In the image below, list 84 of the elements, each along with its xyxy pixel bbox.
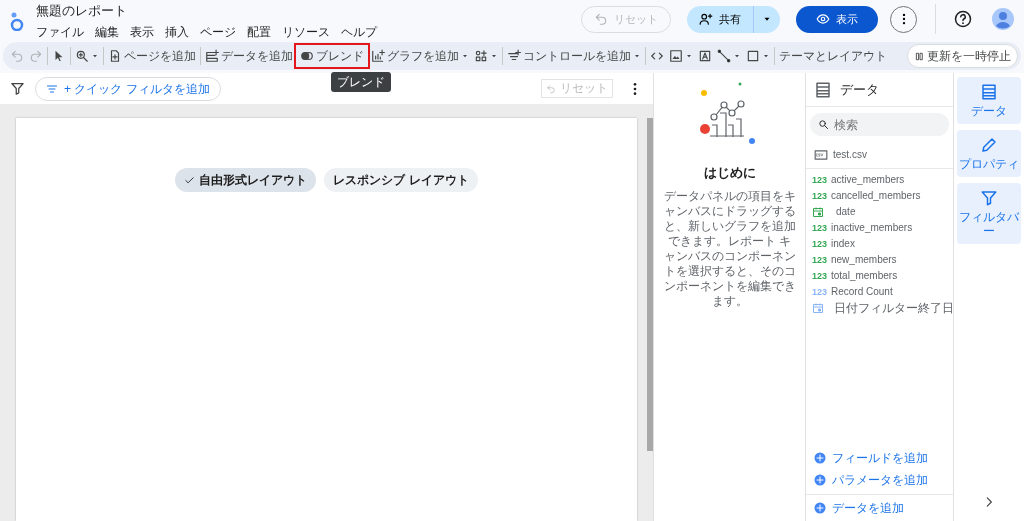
menu-item[interactable]: リソース xyxy=(282,23,330,41)
search-field[interactable]: 検索 xyxy=(810,113,949,136)
data-source-item[interactable]: test.csv xyxy=(806,142,953,169)
redo-icon xyxy=(29,49,43,63)
number-type-label: 123 xyxy=(812,174,826,186)
add-action-link[interactable]: フィールドを追加 xyxy=(806,447,953,469)
filter-icon xyxy=(10,81,25,96)
layout-option[interactable]: 自由形式レイアウト xyxy=(175,168,317,192)
square-icon xyxy=(746,49,760,63)
add-page-button[interactable]: ページを追加 xyxy=(106,45,198,67)
getting-started-title: はじめに xyxy=(703,164,756,182)
number-type-label: 123 xyxy=(812,238,826,250)
view-button[interactable]: 表示 xyxy=(796,5,878,33)
menu-item[interactable]: ファイル xyxy=(36,23,84,41)
pause-updates-button[interactable]: 更新を一時停止 xyxy=(907,44,1018,68)
field-item[interactable]: 123 active_members xyxy=(806,172,953,188)
add-action-link[interactable]: パラメータを追加 xyxy=(806,469,953,491)
add-data-button[interactable]: データを追加 xyxy=(203,45,295,67)
undo-icon xyxy=(10,49,24,63)
field-item[interactable]: 123 cancelled_members xyxy=(806,188,953,204)
eye-icon xyxy=(816,12,830,26)
filter-lines-icon xyxy=(46,82,58,95)
field-item[interactable]: 123 new_members xyxy=(806,252,953,268)
blend-button[interactable]: ブレンド xyxy=(296,45,368,67)
check-icon xyxy=(184,174,196,186)
avatar-icon[interactable] xyxy=(992,8,1014,30)
blend-icon xyxy=(300,49,314,63)
number-type-label: 123 xyxy=(812,222,826,234)
app-logo-icon xyxy=(10,11,24,31)
add-person-icon xyxy=(699,12,713,26)
number-type-label: 123 xyxy=(812,254,826,266)
number-type-label: 123 xyxy=(812,286,826,298)
number-type-label: 123 xyxy=(812,190,826,202)
menu-item[interactable]: 編集 xyxy=(95,23,119,41)
components-icon xyxy=(474,49,488,63)
plus-icon xyxy=(814,474,826,486)
zoom-icon xyxy=(75,49,89,63)
number-type-label: 123 xyxy=(812,270,826,282)
layout-option[interactable]: レスポンシブ レイアウト xyxy=(324,168,478,192)
page-add-icon xyxy=(108,49,122,63)
field-item[interactable]: date xyxy=(806,204,953,220)
share-button[interactable]: 共有 xyxy=(687,5,780,33)
code-icon xyxy=(650,49,664,63)
add-chart-button[interactable]: グラフを追加 xyxy=(369,45,471,67)
undo-icon xyxy=(594,12,608,26)
more-button[interactable] xyxy=(890,5,917,33)
plus-icon xyxy=(814,452,826,464)
menu-item[interactable]: ヘルプ xyxy=(341,23,377,41)
undo-icon xyxy=(546,83,556,94)
field-item[interactable]: 日付フィルター終了日 xyxy=(806,300,953,316)
add-data-link[interactable]: データを追加 xyxy=(806,497,912,519)
rail-tab[interactable]: プロパティ xyxy=(957,130,1021,177)
add-control-button[interactable]: コントロールを追加 xyxy=(505,45,643,67)
add-quick-filter-button[interactable]: + クイック フィルタを追加 xyxy=(35,76,221,101)
menu-item[interactable]: 表示 xyxy=(130,23,154,41)
data-add-icon xyxy=(205,49,219,63)
menu-item[interactable]: 配置 xyxy=(247,23,271,41)
getting-started-text: データパネルの項目をキャンバスにドラッグすると、新しいグラフを追加できます。レポート キャンバスのコンポーネントを選択すると、そのコンポーネントを編集できます。 xyxy=(662,188,797,309)
menu-item[interactable]: ページ xyxy=(200,23,236,41)
field-item[interactable]: 123 total_members xyxy=(806,268,953,284)
field-item[interactable]: 123 inactive_members xyxy=(806,220,953,236)
control-add-icon xyxy=(507,49,521,63)
field-item[interactable]: 123 index xyxy=(806,236,953,252)
menu-item[interactable]: 挿入 xyxy=(165,23,189,41)
plus-icon xyxy=(814,502,826,514)
text-box-icon xyxy=(698,49,712,63)
pencil-icon xyxy=(980,136,998,154)
chart-add-icon xyxy=(371,49,385,63)
line-icon xyxy=(717,49,731,63)
theme-layout-button[interactable]: テーマとレイアウト xyxy=(777,45,889,67)
rail-tab[interactable]: データ xyxy=(957,77,1021,124)
report-title[interactable]: 無題のレポート xyxy=(36,3,388,19)
tooltip: ブレンド xyxy=(331,72,391,92)
image-icon xyxy=(669,49,683,63)
help-icon[interactable] xyxy=(954,10,972,28)
table-icon xyxy=(814,80,832,99)
pause-icon xyxy=(914,50,925,62)
csv-file-icon xyxy=(814,148,828,162)
table-icon xyxy=(980,83,998,101)
search-icon xyxy=(818,119,829,130)
data-panel-title: データ xyxy=(840,80,879,99)
rail-tab[interactable]: フィルタバー xyxy=(957,183,1021,244)
filter-icon xyxy=(980,189,998,207)
field-item[interactable]: 123 Record Count xyxy=(806,284,953,300)
